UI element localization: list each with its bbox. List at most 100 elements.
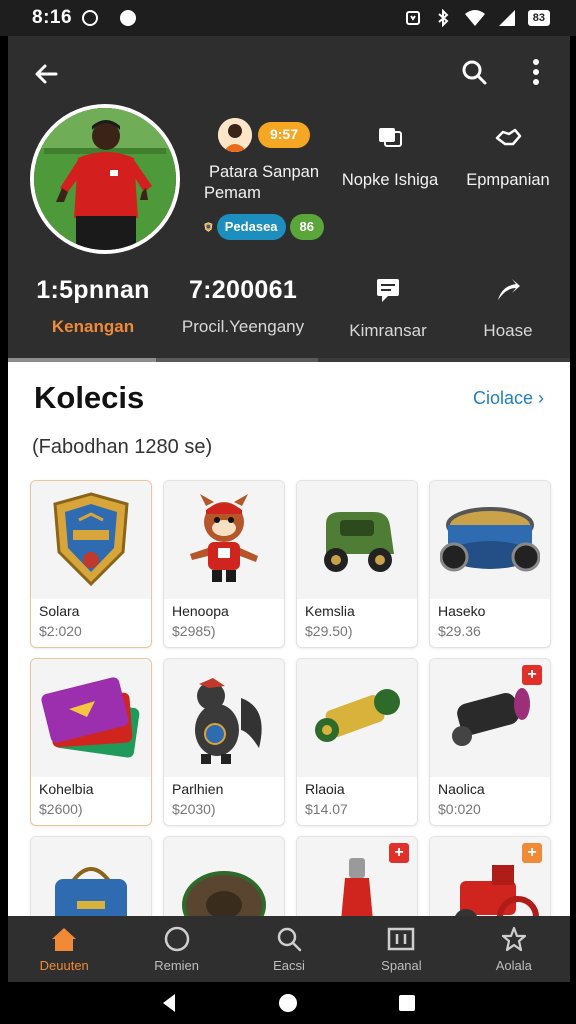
- collection-item-card[interactable]: Kemslia $29.50): [296, 480, 418, 648]
- profile-info-chat[interactable]: Nopke Ishiga: [330, 122, 450, 190]
- stat-value-1: 1:5pnnan: [36, 276, 150, 304]
- collection-item-card[interactable]: Haseko $29.36: [429, 480, 551, 648]
- player-name: Patara Sanpan: [208, 163, 320, 181]
- score-pill[interactable]: 86: [289, 214, 324, 241]
- collection-item-card[interactable]: Parlhien $2030): [163, 658, 285, 826]
- add-badge-icon[interactable]: +: [522, 665, 542, 685]
- item-name: Solara: [39, 603, 80, 619]
- search-icon: [277, 927, 302, 952]
- item-image: [297, 659, 417, 777]
- car-toy-icon: [324, 512, 394, 572]
- item-image: [31, 481, 151, 599]
- stat-label-4: Hoase: [483, 321, 533, 340]
- item-price: $14.07: [305, 801, 348, 817]
- share-icon: [498, 279, 520, 300]
- cards-stack-icon: [41, 677, 140, 758]
- more-vert-icon: [533, 59, 539, 85]
- stat-label-3: Kimransar: [349, 321, 427, 340]
- see-all-link[interactable]: Ciolace ›: [473, 388, 544, 409]
- message-icon: [377, 279, 399, 302]
- collection-subtitle: (Fabodhan 1280 se): [32, 436, 213, 458]
- star-icon: [501, 926, 526, 952]
- deals-label: Epmpanian: [466, 170, 550, 189]
- collection-item-card[interactable]: + Naolica $0:020: [429, 658, 551, 826]
- system-back-icon[interactable]: [159, 992, 179, 1014]
- item-price: $29.50): [305, 623, 353, 639]
- stats-row: 1:5pnnan Kenangan 7:200061 Procil.Yeenga…: [8, 276, 570, 362]
- item-image: [430, 481, 550, 599]
- wifi-icon: [464, 10, 485, 26]
- system-recents-icon[interactable]: [397, 993, 417, 1013]
- item-name: Rlaoia: [305, 781, 345, 797]
- back-arrow-icon: [35, 64, 58, 84]
- battery-icon: 83: [527, 10, 550, 26]
- app-screen: 9:57 Patara Sanpan Pemam Pedasea 86 Nopk…: [8, 36, 570, 982]
- nav-label-home: Deuuten: [39, 958, 89, 973]
- item-name: Naolica: [438, 781, 485, 797]
- search-button[interactable]: [454, 52, 494, 92]
- chat-label: Nopke Ishiga: [341, 170, 439, 189]
- player-subname: Pemam: [204, 183, 261, 202]
- shield-icon: [204, 222, 213, 232]
- chat-icon: [379, 128, 402, 147]
- nav-item-2[interactable]: Remien: [120, 916, 232, 982]
- handshake-icon: [495, 128, 522, 146]
- status-circle-icon: [82, 10, 99, 26]
- bottom-navigation: Deuuten Remien Eacsi Spanal Aolala: [8, 916, 570, 982]
- chevron-right-icon: ›: [538, 388, 544, 408]
- item-image: [164, 659, 284, 777]
- system-home-icon[interactable]: [277, 992, 299, 1014]
- status-bar: 8:16 83: [0, 0, 576, 36]
- roller-icon: [315, 689, 400, 742]
- nav-item-search[interactable]: Eacsi: [233, 916, 345, 982]
- profile-info-deals[interactable]: Epmpanian: [452, 122, 564, 190]
- item-image: [164, 481, 284, 599]
- home-icon: [52, 928, 77, 951]
- item-name: Parlhien: [172, 781, 224, 797]
- nav-item-home[interactable]: Deuuten: [8, 916, 120, 982]
- profile-info-primary: 9:57 Patara Sanpan Pemam Pedasea 86: [204, 118, 324, 241]
- circle-icon: [164, 926, 189, 952]
- see-all-label: Ciolace: [472, 388, 533, 408]
- item-price: $2030): [172, 801, 216, 817]
- stat-tab-1[interactable]: 1:5pnnan Kenangan: [18, 276, 168, 337]
- item-price: $0:020: [438, 801, 481, 817]
- profile-avatar[interactable]: [30, 104, 180, 254]
- back-button[interactable]: [26, 54, 66, 94]
- signal-icon: [498, 10, 515, 26]
- status-dot-icon: [120, 10, 137, 26]
- collection-item-card[interactable]: Henoopa $2985): [163, 480, 285, 648]
- panel-icon: [388, 927, 415, 951]
- stat-tab-3[interactable]: Kimransar: [328, 276, 448, 341]
- item-price: $2985): [172, 623, 216, 639]
- item-price: $29.36: [438, 623, 481, 639]
- drum-icon: [440, 507, 540, 572]
- add-badge-icon[interactable]: +: [389, 843, 409, 863]
- more-options-button[interactable]: [520, 52, 552, 92]
- collection-title: Kolecis: [34, 380, 145, 415]
- stat-tab-4[interactable]: Hoase: [448, 276, 568, 341]
- nav-item-5[interactable]: Aolala: [458, 916, 570, 982]
- top-app-bar: [8, 36, 570, 106]
- nav-label-search: Eacsi: [273, 958, 305, 973]
- item-price: $2600): [39, 801, 83, 817]
- mini-avatar: [217, 118, 252, 152]
- team-pill[interactable]: Pedasea: [216, 214, 286, 241]
- stat-tab-2[interactable]: 7:200061 Procil.Yeengany: [168, 276, 318, 337]
- cannon-icon: [452, 688, 530, 746]
- profile-header: 9:57 Patara Sanpan Pemam Pedasea 86 Nopk…: [8, 36, 570, 362]
- stat-label-2: Procil.Yeengany: [181, 317, 305, 336]
- squirrel-figure-icon: [195, 678, 262, 764]
- add-badge-icon[interactable]: +: [522, 843, 542, 863]
- nav-label-5: Aolala: [495, 958, 532, 973]
- item-image: [297, 481, 417, 599]
- search-icon: [462, 60, 487, 85]
- stat-value-2: 7:200061: [188, 276, 298, 304]
- collection-item-card[interactable]: Kohelbia $2600): [30, 658, 152, 826]
- item-name: Kemslia: [305, 603, 355, 619]
- crest-icon: [53, 492, 129, 587]
- nav-item-4[interactable]: Spanal: [345, 916, 457, 982]
- collection-item-card[interactable]: Solara $2:020: [30, 480, 152, 648]
- collection-item-card[interactable]: Rlaoia $14.07: [296, 658, 418, 826]
- rating-badge: 9:57: [257, 122, 311, 148]
